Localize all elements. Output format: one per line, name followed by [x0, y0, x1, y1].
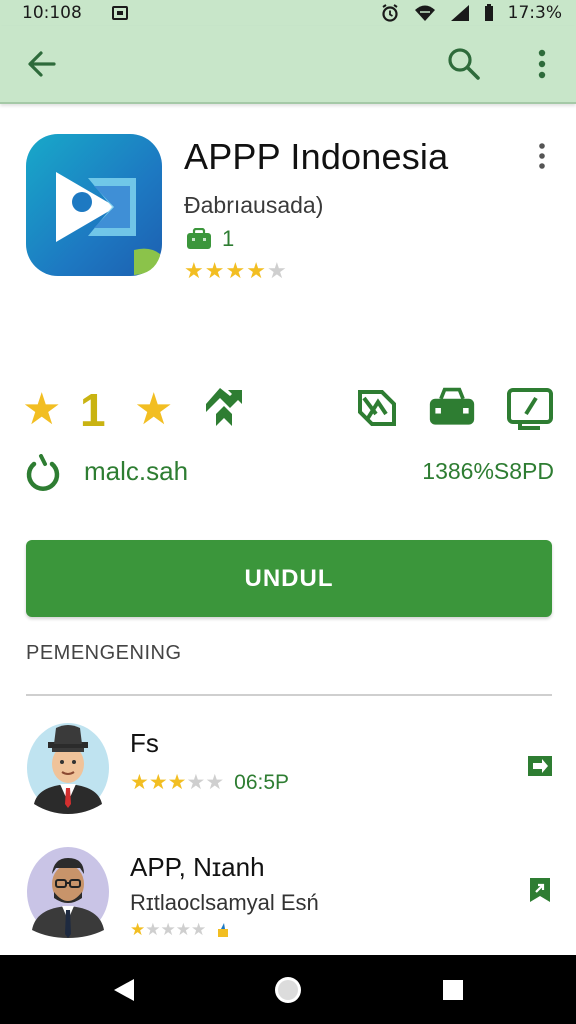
- nav-home-icon[interactable]: [273, 975, 303, 1005]
- battery-level: 17:3%: [507, 3, 562, 23]
- rating-value: 1: [80, 384, 106, 436]
- star-empty-icon: ★: [145, 920, 161, 939]
- nav-bar: [0, 955, 576, 1024]
- review-author: APP, Nɪanh: [130, 852, 265, 882]
- installs-label: malc.sah: [84, 456, 189, 486]
- star-icon: ★: [225, 258, 246, 283]
- bookmark-icon[interactable]: [526, 876, 554, 904]
- install-button[interactable]: UNDUL: [26, 540, 552, 617]
- star-icon: ★: [148, 771, 168, 794]
- nav-back-icon[interactable]: [112, 977, 136, 1003]
- app-title: APPP Indonesia: [184, 136, 449, 177]
- wifi-icon: [414, 5, 435, 21]
- nav-recents-icon[interactable]: [442, 979, 464, 1001]
- notification-icon: [111, 6, 128, 20]
- star-empty-icon: ★: [266, 258, 287, 283]
- status-bar: 10:108 17:3%: [0, 0, 576, 26]
- star-empty-icon: ★: [175, 920, 191, 939]
- star-empty-icon: ★: [191, 920, 207, 939]
- tablet-icon[interactable]: [506, 384, 554, 432]
- star-icon: ★: [22, 385, 62, 434]
- review-author: Fs: [130, 728, 159, 758]
- star-empty-icon: ★: [160, 920, 176, 939]
- section-heading: PEMENGENING: [26, 642, 182, 664]
- recycle-icon[interactable]: [354, 384, 402, 432]
- star-icon: ★: [204, 258, 225, 283]
- trending-icon[interactable]: [202, 384, 250, 432]
- alarm-icon: [382, 4, 398, 22]
- app-badge: 1: [186, 226, 234, 252]
- refresh-icon[interactable]: [24, 454, 62, 494]
- search-icon[interactable]: [444, 44, 484, 84]
- app-logo-icon: [26, 134, 162, 276]
- divider: [26, 694, 552, 696]
- review-item[interactable]: Fs ★ ★ ★ ★ ★ 06:5P: [26, 722, 556, 822]
- review-meta: ★ ★ ★ ★ ★ 06:5P: [130, 770, 289, 795]
- briefcase-icon: [187, 228, 211, 249]
- review-subtitle: Rɪtlaoclsamyal Esń: [130, 890, 319, 915]
- star-icon: ★: [130, 920, 146, 939]
- signal-icon: [450, 5, 469, 21]
- installs-row: malc.sah 1386%S8PD: [22, 452, 556, 496]
- developer-name[interactable]: Ɖabrıausada): [184, 192, 323, 219]
- more-vert-icon[interactable]: [528, 44, 556, 84]
- app-overflow-icon[interactable]: [532, 140, 552, 174]
- battery-icon: [484, 4, 493, 21]
- review-rating-stars: ★ ★ ★ ★ ★: [130, 920, 206, 940]
- review-item[interactable]: APP, Nɪanh Rɪtlaoclsamyal Esń ★ ★ ★ ★ ★: [26, 846, 556, 946]
- stats-row: ★ 1 ★: [22, 384, 556, 438]
- arrow-left-icon[interactable]: [22, 44, 62, 84]
- installs-size: 1386%S8PD: [422, 458, 554, 484]
- star-icon: ★: [184, 258, 204, 283]
- toolbar: [0, 26, 576, 104]
- star-icon: ★: [130, 771, 149, 794]
- review-date: 06:5P: [234, 770, 290, 794]
- status-time: 10:108: [22, 3, 82, 23]
- star-empty-icon: ★: [186, 771, 206, 794]
- star-icon: ★: [167, 771, 187, 794]
- review-meta: ★ ★ ★ ★ ★: [130, 920, 230, 940]
- badge-count: 1: [222, 226, 235, 251]
- avatar[interactable]: [26, 722, 110, 814]
- review-rating-stars: ★ ★ ★ ★ ★: [130, 770, 224, 795]
- avatar[interactable]: [26, 846, 110, 938]
- star-icon: ★: [246, 258, 266, 283]
- star-icon: ★: [134, 385, 174, 434]
- star-empty-icon: ★: [205, 771, 225, 794]
- app-rating-stars: ★ ★ ★ ★ ★: [184, 258, 287, 284]
- thumb-icon: [218, 923, 229, 937]
- share-arrow-icon[interactable]: [526, 752, 554, 780]
- bag-icon[interactable]: [428, 384, 476, 432]
